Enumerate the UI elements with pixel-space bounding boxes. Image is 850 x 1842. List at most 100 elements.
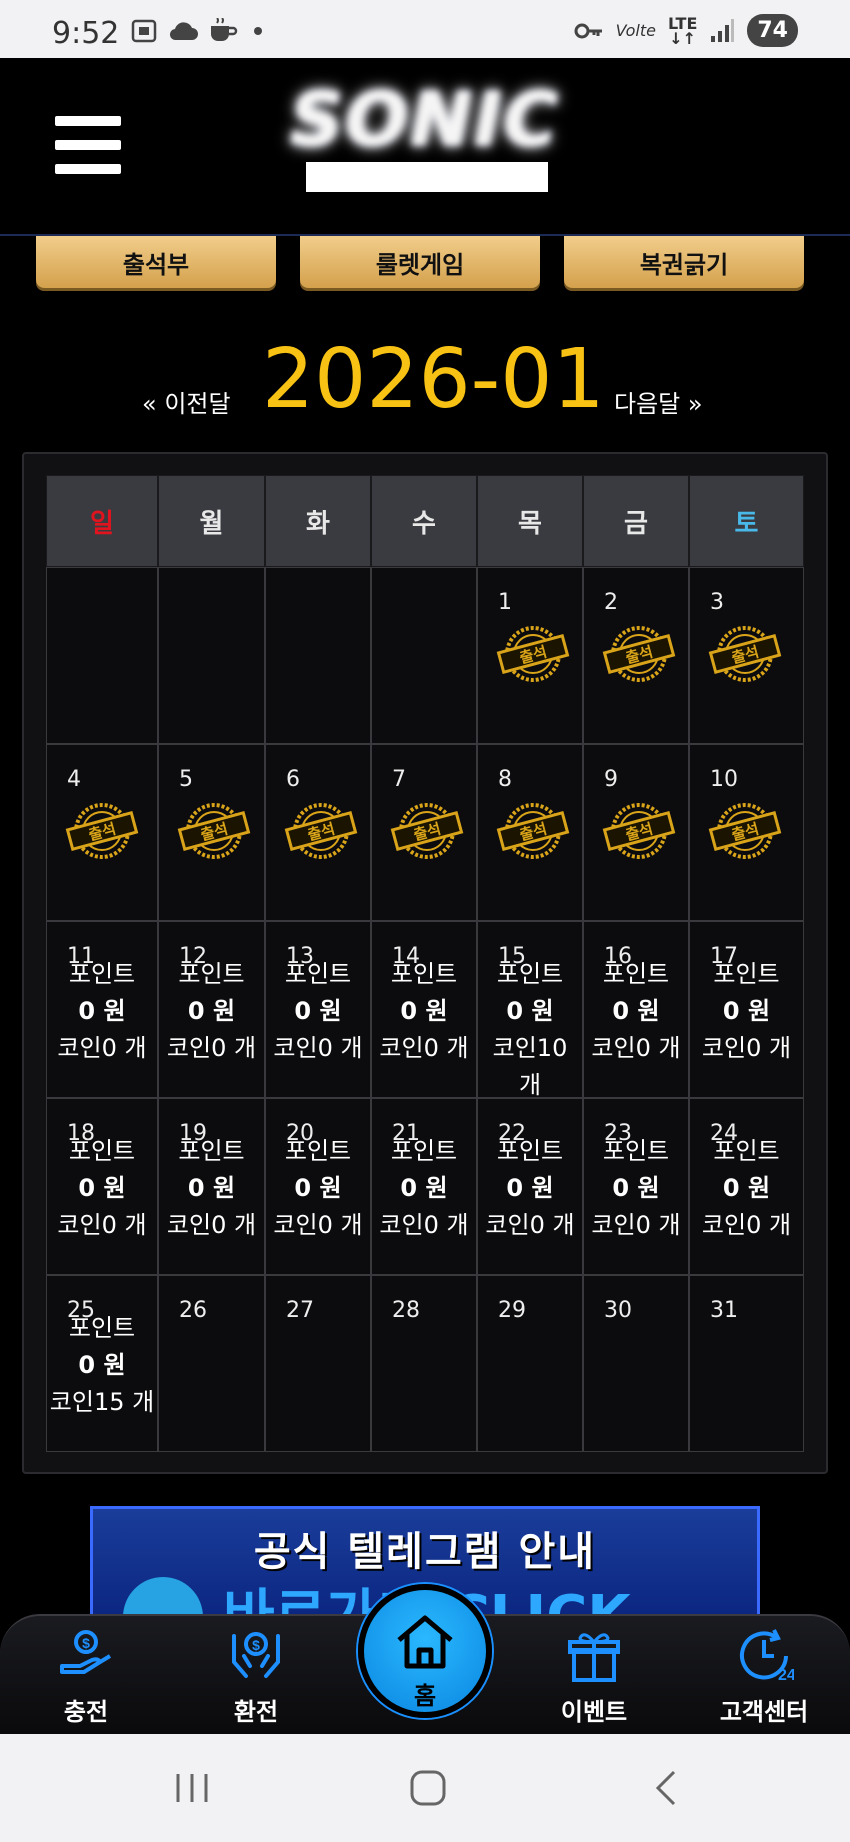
coin-value: 코인0 개 bbox=[701, 1034, 792, 1062]
attendance-stamp-icon: 출석 bbox=[65, 803, 139, 859]
day-reward-info: 포인트 0 원 코인0 개 bbox=[690, 956, 803, 1067]
day-number: 10 bbox=[710, 767, 738, 792]
calendar-day-cell bbox=[46, 567, 158, 744]
coin-value: 코인0 개 bbox=[57, 1034, 147, 1062]
point-value: 0 원 bbox=[612, 997, 660, 1025]
calendar-day-cell[interactable]: 27 bbox=[265, 1275, 371, 1452]
calendar-week-row: 25 포인트 0 원 코인15 개 26 27 28 29 30 31 bbox=[46, 1275, 804, 1452]
calendar-day-cell[interactable]: 26 bbox=[158, 1275, 265, 1452]
coin-value: 코인10 개 bbox=[492, 1034, 568, 1099]
day-number: 28 bbox=[392, 1298, 420, 1323]
day-number: 6 bbox=[286, 767, 300, 792]
day-number: 5 bbox=[179, 767, 193, 792]
point-label: 포인트 bbox=[390, 1137, 458, 1165]
back-icon[interactable] bbox=[652, 1770, 682, 1806]
point-value: 0 원 bbox=[506, 997, 554, 1025]
battery-indicator: 74 bbox=[747, 14, 798, 47]
current-month: 2026-01 bbox=[262, 332, 605, 427]
site-logo[interactable]: SONIC bbox=[290, 83, 570, 157]
notification-dot-icon bbox=[254, 27, 262, 35]
system-navigation-bar bbox=[0, 1734, 850, 1842]
calendar-day-cell bbox=[371, 567, 477, 744]
calendar-day-cell[interactable]: 6 출석 bbox=[265, 744, 371, 921]
prev-month-link[interactable]: « 이전달 bbox=[142, 384, 231, 419]
coin-value: 코인0 개 bbox=[57, 1211, 147, 1239]
logo-redaction-bar bbox=[306, 162, 548, 192]
nav-exchange[interactable]: $ 환전 bbox=[196, 1626, 316, 1727]
calendar-day-cell[interactable]: 10 출석 bbox=[689, 744, 804, 921]
nav-support[interactable]: 24 고객센터 bbox=[704, 1626, 824, 1727]
lte-indicator: LTE ↓↑ bbox=[667, 13, 698, 48]
calendar-day-cell[interactable]: 5 출석 bbox=[158, 744, 265, 921]
day-reward-info: 포인트 0 원 코인0 개 bbox=[159, 1133, 264, 1244]
calendar-day-cell[interactable]: 4 출석 bbox=[46, 744, 158, 921]
tab-attendance[interactable]: 출석부 bbox=[36, 236, 276, 288]
day-number: 4 bbox=[67, 767, 81, 792]
calendar-day-cell[interactable]: 11 포인트 0 원 코인0 개 bbox=[46, 921, 158, 1098]
calendar-day-cell[interactable]: 3 출석 bbox=[689, 567, 804, 744]
day-number: 3 bbox=[710, 590, 724, 615]
calendar-day-cell[interactable]: 28 bbox=[371, 1275, 477, 1452]
point-label: 포인트 bbox=[178, 1137, 245, 1165]
calendar-day-cell[interactable]: 31 bbox=[689, 1275, 804, 1452]
calendar-day-cell[interactable]: 29 bbox=[477, 1275, 583, 1452]
point-label: 포인트 bbox=[496, 1137, 564, 1165]
nav-home-label: 홈 bbox=[413, 1682, 437, 1710]
point-value: 0 원 bbox=[722, 1174, 771, 1202]
calendar-day-cell[interactable]: 12 포인트 0 원 코인0 개 bbox=[158, 921, 265, 1098]
attendance-stamp-icon: 출석 bbox=[496, 803, 570, 859]
coin-value: 코인0 개 bbox=[701, 1211, 792, 1239]
tab-lottery[interactable]: 복권긁기 bbox=[564, 236, 804, 288]
nav-charge[interactable]: $ 충전 bbox=[26, 1626, 146, 1727]
attendance-stamp-icon: 출석 bbox=[602, 803, 676, 859]
home-button-icon[interactable] bbox=[408, 1770, 448, 1806]
point-value: 0 원 bbox=[400, 997, 448, 1025]
nav-home[interactable]: 홈 bbox=[358, 1584, 492, 1718]
calendar-day-cell[interactable]: 15 포인트 0 원 코인10 개 bbox=[477, 921, 583, 1099]
calendar-day-cell[interactable]: 8 출석 bbox=[477, 744, 583, 921]
point-value: 0 원 bbox=[78, 1351, 126, 1379]
calendar-day-cell[interactable]: 14 포인트 0 원 코인0 개 bbox=[371, 921, 477, 1098]
day-number: 29 bbox=[498, 1298, 526, 1323]
coin-value: 코인0 개 bbox=[379, 1034, 469, 1062]
day-number: 26 bbox=[179, 1298, 207, 1323]
next-month-link[interactable]: 다음달 » bbox=[614, 384, 703, 419]
tab-roulette[interactable]: 룰렛게임 bbox=[300, 236, 540, 288]
day-reward-info: 포인트 0 원 코인0 개 bbox=[372, 1133, 476, 1244]
menu-icon[interactable] bbox=[55, 116, 121, 174]
point-value: 0 원 bbox=[400, 1174, 448, 1202]
calendar-day-cell[interactable]: 13 포인트 0 원 코인0 개 bbox=[265, 921, 371, 1098]
attendance-stamp-icon: 출석 bbox=[496, 626, 570, 682]
calendar-day-cell[interactable]: 16 포인트 0 원 코인0 개 bbox=[583, 921, 689, 1098]
calendar-day-cell[interactable]: 19 포인트 0 원 코인0 개 bbox=[158, 1098, 265, 1275]
coin-value: 코인0 개 bbox=[591, 1034, 681, 1062]
point-value: 0 원 bbox=[78, 1174, 126, 1202]
day-number: 27 bbox=[286, 1298, 314, 1323]
point-value: 0 원 bbox=[187, 997, 236, 1025]
calendar-day-cell[interactable]: 2 출석 bbox=[583, 567, 689, 744]
weekday-mon: 월 bbox=[158, 475, 265, 567]
banner-title: 공식 텔레그램 안내 bbox=[253, 1529, 597, 1575]
calendar-day-cell[interactable]: 1 출석 bbox=[477, 567, 583, 744]
nav-event[interactable]: 이벤트 bbox=[534, 1626, 654, 1727]
point-label: 포인트 bbox=[68, 1314, 136, 1342]
calendar-day-cell[interactable]: 23 포인트 0 원 코인0 개 bbox=[583, 1098, 689, 1275]
recent-apps-icon[interactable] bbox=[172, 1770, 212, 1806]
home-icon bbox=[397, 1615, 453, 1669]
calendar-day-cell[interactable]: 25 포인트 0 원 코인15 개 bbox=[46, 1275, 158, 1452]
calendar-day-cell[interactable]: 7 출석 bbox=[371, 744, 477, 921]
calendar-day-cell bbox=[265, 567, 371, 744]
calendar-day-cell[interactable]: 21 포인트 0 원 코인0 개 bbox=[371, 1098, 477, 1275]
calendar-day-cell bbox=[158, 567, 265, 744]
day-number: 31 bbox=[710, 1298, 738, 1323]
calendar-day-cell[interactable]: 9 출석 bbox=[583, 744, 689, 921]
calendar-day-cell[interactable]: 17 포인트 0 원 코인0 개 bbox=[689, 921, 804, 1098]
calendar-day-cell[interactable]: 20 포인트 0 원 코인0 개 bbox=[265, 1098, 371, 1275]
calendar-day-cell[interactable]: 22 포인트 0 원 코인0 개 bbox=[477, 1098, 583, 1275]
key-icon bbox=[574, 23, 602, 38]
day-reward-info: 포인트 0 원 코인0 개 bbox=[159, 956, 264, 1067]
attendance-stamp-icon: 출석 bbox=[708, 626, 782, 682]
calendar-day-cell[interactable]: 30 bbox=[583, 1275, 689, 1452]
calendar-day-cell[interactable]: 24 포인트 0 원 코인0 개 bbox=[689, 1098, 804, 1275]
calendar-day-cell[interactable]: 18 포인트 0 원 코인0 개 bbox=[46, 1098, 158, 1275]
